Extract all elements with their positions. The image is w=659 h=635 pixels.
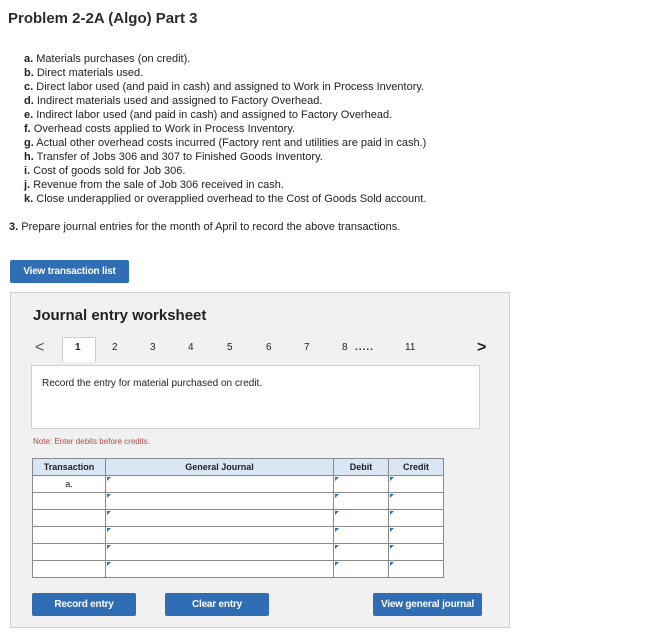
worksheet-title: Journal entry worksheet	[33, 307, 207, 324]
page-tab-8[interactable]: 8	[342, 342, 348, 353]
col-header-debit: Debit	[333, 458, 389, 476]
list-item: h. Transfer of Jobs 306 and 307 to Finis…	[24, 151, 323, 163]
page-tab-6[interactable]: 6	[266, 342, 272, 353]
col-header-credit: Credit	[388, 458, 444, 476]
table-row	[32, 492, 444, 510]
entry-note: Note: Enter debits before credits.	[33, 437, 150, 446]
credit-input[interactable]	[388, 560, 444, 578]
table-row	[32, 509, 444, 527]
worksheet-pager: < 1 2 3 4 5 6 7 8 ..... 11 >	[11, 337, 509, 362]
account-select[interactable]	[105, 509, 334, 527]
pager-ellipsis: .....	[355, 342, 374, 353]
list-item: k. Close underapplied or overapplied ove…	[24, 193, 427, 205]
debit-input[interactable]	[333, 509, 389, 527]
transaction-cell	[32, 560, 106, 578]
list-item: f. Overhead costs applied to Work in Pro…	[24, 123, 296, 135]
list-item: j. Revenue from the sale of Job 306 rece…	[24, 179, 284, 191]
debit-input[interactable]	[333, 492, 389, 510]
account-select[interactable]	[105, 492, 334, 510]
transaction-cell	[32, 543, 106, 561]
account-select[interactable]	[105, 475, 334, 493]
journal-table: Transaction General Journal Debit Credit…	[32, 458, 444, 578]
table-row	[32, 526, 444, 544]
transaction-list: a. Materials purchases (on credit). b. D…	[24, 52, 426, 206]
list-item: d. Indirect materials used and assigned …	[24, 95, 323, 107]
view-general-journal-button[interactable]: View general journal	[373, 593, 482, 616]
page-title: Problem 2-2A (Algo) Part 3	[8, 10, 198, 27]
account-select[interactable]	[105, 560, 334, 578]
account-select[interactable]	[105, 543, 334, 561]
entry-instruction: Record the entry for material purchased …	[42, 378, 263, 389]
credit-input[interactable]	[388, 526, 444, 544]
entry-instruction-box: Record the entry for material purchased …	[31, 365, 480, 429]
debit-input[interactable]	[333, 560, 389, 578]
page-tab-4[interactable]: 4	[188, 342, 194, 353]
col-header-transaction: Transaction	[32, 458, 106, 476]
account-select[interactable]	[105, 526, 334, 544]
credit-input[interactable]	[388, 492, 444, 510]
transaction-cell: a.	[32, 475, 106, 493]
credit-input[interactable]	[388, 509, 444, 527]
credit-input[interactable]	[388, 475, 444, 493]
list-item: c. Direct labor used (and paid in cash) …	[24, 81, 425, 93]
list-item: g. Actual other overhead costs incurred …	[24, 137, 427, 149]
page-tab-2[interactable]: 2	[112, 342, 118, 353]
debit-input[interactable]	[333, 526, 389, 544]
list-item: i. Cost of goods sold for Job 306.	[24, 165, 186, 177]
debit-input[interactable]	[333, 475, 389, 493]
table-row	[32, 543, 444, 561]
table-row: a.	[32, 475, 444, 493]
transaction-cell	[32, 526, 106, 544]
table-row	[32, 560, 444, 578]
record-entry-button[interactable]: Record entry	[32, 593, 136, 616]
list-item: a. Materials purchases (on credit).	[24, 53, 191, 65]
chevron-left-icon[interactable]: <	[35, 339, 44, 357]
credit-input[interactable]	[388, 543, 444, 561]
transaction-cell	[32, 509, 106, 527]
page-tab-3[interactable]: 3	[150, 342, 156, 353]
view-transaction-list-button[interactable]: View transaction list	[10, 260, 129, 283]
debit-input[interactable]	[333, 543, 389, 561]
col-header-general-journal: General Journal	[105, 458, 334, 476]
page-tab-11[interactable]: 11	[405, 342, 415, 353]
page-tab-7[interactable]: 7	[304, 342, 310, 353]
chevron-right-icon[interactable]: >	[477, 339, 486, 357]
transaction-cell	[32, 492, 106, 510]
list-item: e. Indirect labor used (and paid in cash…	[24, 109, 393, 121]
journal-entry-worksheet: Journal entry worksheet < 1 2 3 4 5 6 7 …	[10, 292, 510, 628]
clear-entry-button[interactable]: Clear entry	[165, 593, 269, 616]
list-item: b. Direct materials used.	[24, 67, 144, 79]
page-tab-1[interactable]: 1	[75, 342, 81, 353]
page-tab-5[interactable]: 5	[227, 342, 233, 353]
question-prompt: 3. Prepare journal entries for the month…	[9, 221, 401, 233]
